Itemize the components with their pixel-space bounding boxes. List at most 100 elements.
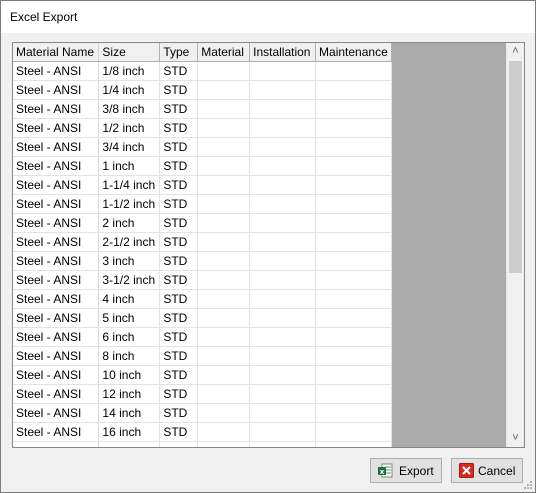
cell-type[interactable]: STD bbox=[159, 118, 199, 138]
cell-size[interactable]: 14 inch bbox=[98, 403, 161, 423]
column-header-material-name[interactable]: Material Name bbox=[13, 43, 100, 62]
cell-installation[interactable] bbox=[249, 175, 317, 195]
cell-installation[interactable] bbox=[249, 289, 317, 309]
cell-installation[interactable] bbox=[249, 327, 317, 347]
table-row[interactable]: Steel - ANSI 1/8 inch STD bbox=[13, 61, 392, 81]
cell-installation[interactable] bbox=[249, 232, 317, 252]
cell-material[interactable] bbox=[197, 441, 251, 447]
cell-maintenance[interactable] bbox=[315, 422, 392, 442]
cell-material[interactable] bbox=[197, 137, 251, 157]
cell-maintenance[interactable] bbox=[315, 118, 392, 138]
data-grid[interactable]: Material Name Size Type Material Installatio… bbox=[12, 42, 525, 448]
table-row[interactable]: Steel - ANSI 1/4 inch STD bbox=[13, 80, 392, 100]
cell-material[interactable] bbox=[197, 289, 251, 309]
cell-maintenance[interactable] bbox=[315, 137, 392, 157]
cell-material-name[interactable]: Steel - ANSI bbox=[13, 99, 100, 119]
cell-size[interactable]: 2 inch bbox=[98, 213, 161, 233]
cell-material-name[interactable] bbox=[13, 441, 100, 447]
cell-size[interactable]: 1/4 inch bbox=[98, 80, 161, 100]
cell-material-name[interactable]: Steel - ANSI bbox=[13, 80, 100, 100]
cell-type[interactable]: STD bbox=[159, 346, 199, 366]
cell-installation[interactable] bbox=[249, 270, 317, 290]
cell-material-name[interactable]: Steel - ANSI bbox=[13, 422, 100, 442]
cell-size[interactable]: 4 inch bbox=[98, 289, 161, 309]
cell-installation[interactable] bbox=[249, 194, 317, 214]
cell-installation[interactable] bbox=[249, 99, 317, 119]
cell-type[interactable]: STD bbox=[159, 232, 199, 252]
cell-type[interactable]: STD bbox=[159, 327, 199, 347]
cell-material[interactable] bbox=[197, 175, 251, 195]
cell-type[interactable]: STD bbox=[159, 289, 199, 309]
export-button[interactable]: x Export bbox=[370, 458, 442, 483]
cell-type[interactable]: STD bbox=[159, 270, 199, 290]
cell-maintenance[interactable] bbox=[315, 403, 392, 423]
cell-material[interactable] bbox=[197, 194, 251, 214]
cell-maintenance[interactable] bbox=[315, 232, 392, 252]
cell-maintenance[interactable] bbox=[315, 156, 392, 176]
cell-material-name[interactable]: Steel - ANSI bbox=[13, 137, 100, 157]
cell-size[interactable]: 3 inch bbox=[98, 251, 161, 271]
cell-material[interactable] bbox=[197, 99, 251, 119]
table-row[interactable] bbox=[13, 441, 392, 447]
scrollbar-thumb[interactable] bbox=[509, 61, 522, 273]
cell-installation[interactable] bbox=[249, 118, 317, 138]
cell-material-name[interactable]: Steel - ANSI bbox=[13, 175, 100, 195]
resize-grip-icon[interactable] bbox=[523, 480, 533, 490]
cell-type[interactable]: STD bbox=[159, 365, 199, 385]
cell-material-name[interactable]: Steel - ANSI bbox=[13, 327, 100, 347]
table-row[interactable]: Steel - ANSI 16 inch STD bbox=[13, 422, 392, 442]
chevron-down-icon[interactable]: ˅ bbox=[507, 430, 524, 447]
cell-material[interactable] bbox=[197, 232, 251, 252]
cell-material[interactable] bbox=[197, 118, 251, 138]
cell-material-name[interactable]: Steel - ANSI bbox=[13, 346, 100, 366]
cell-maintenance[interactable] bbox=[315, 327, 392, 347]
table-row[interactable]: Steel - ANSI 8 inch STD bbox=[13, 346, 392, 366]
cell-size[interactable]: 1/2 inch bbox=[98, 118, 161, 138]
cell-material[interactable] bbox=[197, 384, 251, 404]
cell-type[interactable]: STD bbox=[159, 384, 199, 404]
cell-material-name[interactable]: Steel - ANSI bbox=[13, 251, 100, 271]
cell-installation[interactable] bbox=[249, 80, 317, 100]
cell-material-name[interactable]: Steel - ANSI bbox=[13, 118, 100, 138]
table-row[interactable]: Steel - ANSI 1/2 inch STD bbox=[13, 118, 392, 138]
cell-material-name[interactable]: Steel - ANSI bbox=[13, 61, 100, 81]
table-row[interactable]: Steel - ANSI 2 inch STD bbox=[13, 213, 392, 233]
cell-type[interactable]: STD bbox=[159, 156, 199, 176]
cell-material-name[interactable]: Steel - ANSI bbox=[13, 384, 100, 404]
cell-size[interactable]: 12 inch bbox=[98, 384, 161, 404]
cell-maintenance[interactable] bbox=[315, 365, 392, 385]
table-row[interactable]: Steel - ANSI 1-1/2 inch STD bbox=[13, 194, 392, 214]
cell-size[interactable]: 10 inch bbox=[98, 365, 161, 385]
cell-type[interactable]: STD bbox=[159, 80, 199, 100]
cell-installation[interactable] bbox=[249, 441, 317, 447]
cell-type[interactable]: STD bbox=[159, 61, 199, 81]
cell-size[interactable]: 3/4 inch bbox=[98, 137, 161, 157]
table-row[interactable]: Steel - ANSI 14 inch STD bbox=[13, 403, 392, 423]
column-header-size[interactable]: Size bbox=[98, 43, 161, 62]
table-row[interactable]: Steel - ANSI 12 inch STD bbox=[13, 384, 392, 404]
cell-installation[interactable] bbox=[249, 365, 317, 385]
cell-installation[interactable] bbox=[249, 346, 317, 366]
cell-installation[interactable] bbox=[249, 384, 317, 404]
cell-material[interactable] bbox=[197, 365, 251, 385]
cell-installation[interactable] bbox=[249, 156, 317, 176]
table-row[interactable]: Steel - ANSI 3-1/2 inch STD bbox=[13, 270, 392, 290]
cell-size[interactable]: 6 inch bbox=[98, 327, 161, 347]
cell-material[interactable] bbox=[197, 80, 251, 100]
cell-material[interactable] bbox=[197, 422, 251, 442]
cell-material-name[interactable]: Steel - ANSI bbox=[13, 232, 100, 252]
cell-size[interactable]: 8 inch bbox=[98, 346, 161, 366]
cell-material-name[interactable]: Steel - ANSI bbox=[13, 194, 100, 214]
cell-type[interactable]: STD bbox=[159, 194, 199, 214]
cell-maintenance[interactable] bbox=[315, 175, 392, 195]
cell-material[interactable] bbox=[197, 61, 251, 81]
cell-material[interactable] bbox=[197, 403, 251, 423]
cell-size[interactable]: 5 inch bbox=[98, 308, 161, 328]
cancel-button[interactable]: Cancel bbox=[451, 458, 523, 483]
cell-size[interactable]: 1 inch bbox=[98, 156, 161, 176]
cell-maintenance[interactable] bbox=[315, 441, 392, 447]
table-row[interactable]: Steel - ANSI 3 inch STD bbox=[13, 251, 392, 271]
column-header-material[interactable]: Material bbox=[197, 43, 251, 62]
table-row[interactable]: Steel - ANSI 1-1/4 inch STD bbox=[13, 175, 392, 195]
cell-type[interactable]: STD bbox=[159, 403, 199, 423]
